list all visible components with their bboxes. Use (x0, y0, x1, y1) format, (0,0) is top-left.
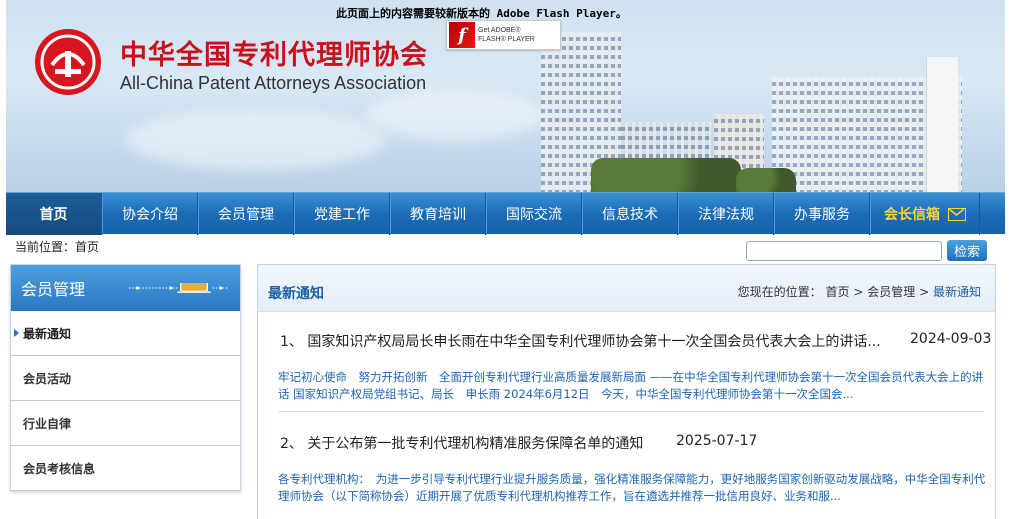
nav-party-building[interactable]: 党建工作 (294, 193, 390, 235)
page-title: 最新通知 (268, 286, 324, 302)
breadcrumb-separator: > (919, 285, 930, 299)
nav-about[interactable]: 协会介绍 (102, 193, 198, 235)
breadcrumb: 您现在的位置： 首页 > 会员管理 > 最新通知 (738, 283, 981, 300)
sidebar-item-self-regulation[interactable]: 行业自律 (11, 401, 240, 446)
search-button[interactable]: 检索 (947, 240, 987, 261)
cloud-decoration (126, 110, 386, 170)
sidebar-item-member-assessment[interactable]: 会员考核信息 (11, 446, 240, 491)
news-summary-link[interactable]: 各专利代理机构： 为进一步引导专利代理行业提升服务质量，强化精准服务保障能力，更… (278, 471, 990, 505)
main-header: 最新通知 您现在的位置： 首页 > 会员管理 > 最新通知 (258, 265, 995, 312)
news-title-link[interactable]: 1、 国家知识产权局局长申长雨在中华全国专利代理师协会第十一次全国会员代表大会上… (280, 331, 881, 351)
sidebar-header: 会员管理 (11, 265, 240, 311)
sidebar-item-member-activities[interactable]: 会员活动 (11, 356, 240, 401)
flash-badge-line1: Get ADOBE® (478, 27, 521, 34)
laptop-decoration-icon (129, 283, 229, 293)
building-image (926, 57, 958, 192)
flash-badge-line2: FLASH® PLAYER (478, 36, 535, 43)
nav-president-mailbox[interactable]: 会长信箱 (870, 193, 980, 235)
sidebar-title: 会员管理 (21, 280, 86, 299)
logo-emblem-icon (40, 34, 96, 90)
breadcrumb-home[interactable]: 首页 (826, 285, 850, 299)
nav-international[interactable]: 国际交流 (486, 193, 582, 235)
mail-icon (948, 207, 966, 221)
breadcrumb-current: 最新通知 (932, 285, 981, 299)
news-date: 2025-07-17 (676, 433, 758, 449)
flash-required-notice: 此页面上的内容需要较新版本的 Adobe Flash Player。 (336, 7, 627, 20)
nav-education[interactable]: 教育培训 (390, 193, 486, 235)
sidebar-item-latest-notices[interactable]: 最新通知 (11, 311, 240, 356)
site-title-english: All-China Patent Attorneys Association (120, 73, 427, 93)
cloud-decoration (366, 90, 546, 140)
search-input[interactable] (746, 241, 942, 261)
association-logo[interactable] (35, 29, 101, 95)
president-mailbox-label: 会长信箱 (884, 207, 940, 223)
flash-icon: f (449, 22, 475, 48)
main-nav: 首页 协会介绍 会员管理 党建工作 教育培训 国际交流 信息技术 法律法规 办事… (6, 192, 1005, 235)
news-date: 2024-09-03 (910, 331, 992, 347)
get-flash-player-button[interactable]: f Get ADOBE® FLASH® PLAYER (446, 20, 561, 50)
main-content: 最新通知 您现在的位置： 首页 > 会员管理 > 最新通知 1、 国家知识产权局… (257, 264, 996, 519)
divider (278, 411, 984, 412)
news-title-link[interactable]: 2、 关于公布第一批专利代理机构精准服务保障名单的通知 (280, 433, 643, 453)
breadcrumb-prefix: 您现在的位置： (737, 285, 822, 299)
news-summary-link[interactable]: 牢记初心使命 努力开拓创新 全面开创专利代理行业高质量发展新局面 ——在中华全国… (278, 369, 990, 403)
trees-image (591, 158, 741, 192)
nav-home[interactable]: 首页 (6, 193, 102, 235)
nav-services[interactable]: 办事服务 (774, 193, 870, 235)
current-location: 当前位置：首页 (15, 240, 100, 254)
nav-member-management[interactable]: 会员管理 (198, 193, 294, 235)
nav-laws[interactable]: 法律法规 (678, 193, 774, 235)
trees-image (736, 168, 796, 192)
site-title-chinese: 中华全国专利代理师协会 (120, 40, 428, 71)
sidebar: 会员管理 最新通知 会员活动 行业自律 会员考核信息 (10, 264, 241, 491)
breadcrumb-member-management[interactable]: 会员管理 (867, 285, 915, 299)
breadcrumb-separator: > (853, 285, 864, 299)
nav-it[interactable]: 信息技术 (582, 193, 678, 235)
